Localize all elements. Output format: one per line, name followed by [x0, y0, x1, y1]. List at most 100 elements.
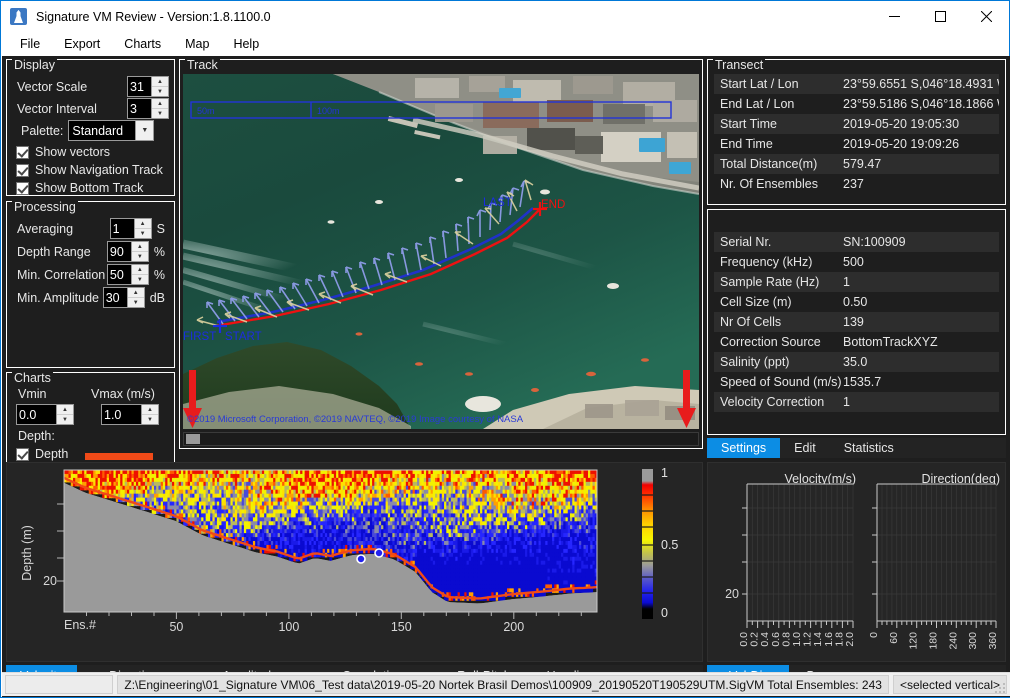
transect-group: Transect Start Lat / Lon 23°59.6551 S,04…: [707, 59, 1006, 205]
vmin-value[interactable]: 0.0: [17, 405, 56, 424]
depth-range-stepper[interactable]: 90 ▲▼: [107, 241, 149, 262]
stepper-down-icon[interactable]: ▼: [132, 275, 148, 284]
stepper-down-icon[interactable]: ▼: [152, 109, 168, 118]
maximize-button[interactable]: [917, 1, 963, 32]
stepper-down-icon[interactable]: ▼: [152, 87, 168, 96]
min-amplitude-unit: dB: [150, 291, 165, 305]
tab-statistics[interactable]: Statistics: [830, 438, 908, 458]
checkbox-depth-series[interactable]: Depth: [16, 447, 68, 461]
menu-item-charts[interactable]: Charts: [113, 34, 172, 54]
checkbox-box[interactable]: [16, 448, 29, 461]
row-key: Nr. Of Ensembles: [714, 177, 843, 191]
checkbox-label: Show Bottom Track: [35, 181, 143, 195]
transect-table: Start Lat / Lon 23°59.6551 S,046°18.4931…: [714, 74, 999, 194]
minimize-button[interactable]: [871, 1, 917, 32]
checkbox-box[interactable]: [16, 146, 29, 159]
stepper-up-icon[interactable]: ▲: [132, 265, 148, 275]
stepper-down-icon[interactable]: ▼: [142, 415, 158, 424]
checkbox-show-navigation-track[interactable]: Show Navigation Track: [16, 163, 163, 177]
chevron-down-icon[interactable]: ▼: [135, 121, 153, 140]
stepper-down-icon[interactable]: ▼: [128, 298, 144, 307]
averaging-stepper-buttons[interactable]: ▲▼: [134, 219, 151, 238]
processing-group: Processing Averaging 1 ▲▼ S Depth Range …: [6, 201, 175, 368]
vector-interval-label: Vector Interval: [17, 102, 97, 116]
vmax-value[interactable]: 1.0: [102, 405, 141, 424]
velocity-chart-panel[interactable]: Depth (m) 20: [6, 462, 703, 662]
checkbox-box[interactable]: [16, 164, 29, 177]
min-amplitude-value[interactable]: 30: [104, 288, 127, 307]
map-horizontal-scrollbar[interactable]: [183, 432, 699, 446]
table-row: Frequency (kHz) 500: [714, 252, 999, 272]
min-correlation-value[interactable]: 50: [108, 265, 131, 284]
row-value: 237: [843, 177, 999, 191]
min-correlation-stepper-buttons[interactable]: ▲▼: [131, 265, 148, 284]
table-row: Salinity (ppt) 35.0: [714, 352, 999, 372]
resize-grip-icon[interactable]: [995, 681, 1007, 693]
min-amplitude-stepper[interactable]: 30 ▲▼: [103, 287, 145, 308]
row-key: Velocity Correction: [714, 395, 843, 409]
map-view[interactable]: 50m 100m: [183, 74, 699, 429]
velocity-heatmap-chart[interactable]: Depth (m) 20: [7, 463, 702, 661]
row-value: 2019-05-20 19:09:26: [843, 137, 999, 151]
depth-range-stepper-buttons[interactable]: ▲▼: [131, 242, 148, 261]
stepper-up-icon[interactable]: ▲: [142, 405, 158, 415]
vmax-stepper-buttons[interactable]: ▲▼: [141, 405, 158, 424]
menu-item-file[interactable]: File: [9, 34, 51, 54]
min-amplitude-stepper-buttons[interactable]: ▲▼: [127, 288, 144, 307]
app-logo-icon: [10, 8, 27, 25]
main-body: Display Vector Scale 31 ▲▼ Vector Interv…: [2, 56, 1010, 697]
row-key: Frequency (kHz): [714, 255, 843, 269]
vmin-stepper[interactable]: 0.0 ▲▼: [16, 404, 74, 425]
vector-scale-stepper-buttons[interactable]: ▲▼: [151, 77, 168, 96]
stepper-down-icon[interactable]: ▼: [57, 415, 73, 424]
colorbar-tick-max: 1: [661, 466, 668, 480]
stepper-up-icon[interactable]: ▲: [152, 77, 168, 87]
checkbox-show-vectors[interactable]: Show vectors: [16, 145, 110, 159]
map-label-first: FIRST: [183, 331, 216, 343]
table-row: Sample Rate (Hz) 1: [714, 272, 999, 292]
scrollbar-thumb[interactable]: [186, 434, 200, 444]
table-row: Velocity Correction 1: [714, 392, 999, 412]
vector-interval-stepper[interactable]: 3 ▲▼: [127, 98, 169, 119]
map-satellite-imagery[interactable]: 50m 100m: [183, 74, 699, 429]
vector-interval-stepper-buttons[interactable]: ▲▼: [151, 99, 168, 118]
svg-text:100m: 100m: [317, 106, 340, 116]
tab-settings[interactable]: Settings: [707, 438, 780, 458]
table-row: Serial Nr. SN:100909: [714, 232, 999, 252]
stepper-up-icon[interactable]: ▲: [135, 219, 151, 229]
palette-select[interactable]: Standard ▼: [68, 120, 154, 141]
menu-item-help[interactable]: Help: [222, 34, 270, 54]
row-value: 1: [843, 395, 999, 409]
stepper-down-icon[interactable]: ▼: [135, 229, 151, 238]
y-axis-label: Depth (m): [20, 525, 34, 581]
stepper-up-icon[interactable]: ▲: [128, 288, 144, 298]
vel-dir-panel[interactable]: Velocity(m/s) 20 0.00.20.40.60.81.01.21.…: [707, 462, 1006, 662]
vel-dir-charts[interactable]: Velocity(m/s) 20 0.00.20.40.60.81.01.21.…: [708, 463, 1005, 661]
depth-range-value[interactable]: 90: [108, 242, 131, 261]
display-group: Display Vector Scale 31 ▲▼ Vector Interv…: [6, 59, 175, 196]
vmin-stepper-buttons[interactable]: ▲▼: [56, 405, 73, 424]
stepper-up-icon[interactable]: ▲: [152, 99, 168, 109]
colorbar-under-cap: [642, 609, 653, 619]
menu-item-map[interactable]: Map: [174, 34, 220, 54]
stepper-up-icon[interactable]: ▲: [132, 242, 148, 252]
vector-interval-value[interactable]: 3: [128, 99, 151, 118]
min-correlation-unit: %: [154, 268, 165, 282]
svg-text:50m: 50m: [197, 106, 215, 116]
averaging-value[interactable]: 1: [111, 219, 134, 238]
palette-value[interactable]: Standard: [69, 121, 135, 140]
vector-scale-stepper[interactable]: 31 ▲▼: [127, 76, 169, 97]
menu-item-export[interactable]: Export: [53, 34, 111, 54]
checkbox-show-bottom-track[interactable]: Show Bottom Track: [16, 181, 143, 195]
averaging-stepper[interactable]: 1 ▲▼: [110, 218, 152, 239]
close-button[interactable]: [963, 1, 1009, 32]
tab-edit[interactable]: Edit: [780, 438, 830, 458]
status-file-path: Z:\Engineering\01_Signature VM\06_Test d…: [117, 675, 889, 694]
table-row: Speed of Sound (m/s) 1535.7: [714, 372, 999, 392]
vmax-stepper[interactable]: 1.0 ▲▼: [101, 404, 159, 425]
vector-scale-value[interactable]: 31: [128, 77, 151, 96]
min-correlation-stepper[interactable]: 50 ▲▼: [107, 264, 149, 285]
stepper-up-icon[interactable]: ▲: [57, 405, 73, 415]
stepper-down-icon[interactable]: ▼: [132, 252, 148, 261]
checkbox-box[interactable]: [16, 182, 29, 195]
